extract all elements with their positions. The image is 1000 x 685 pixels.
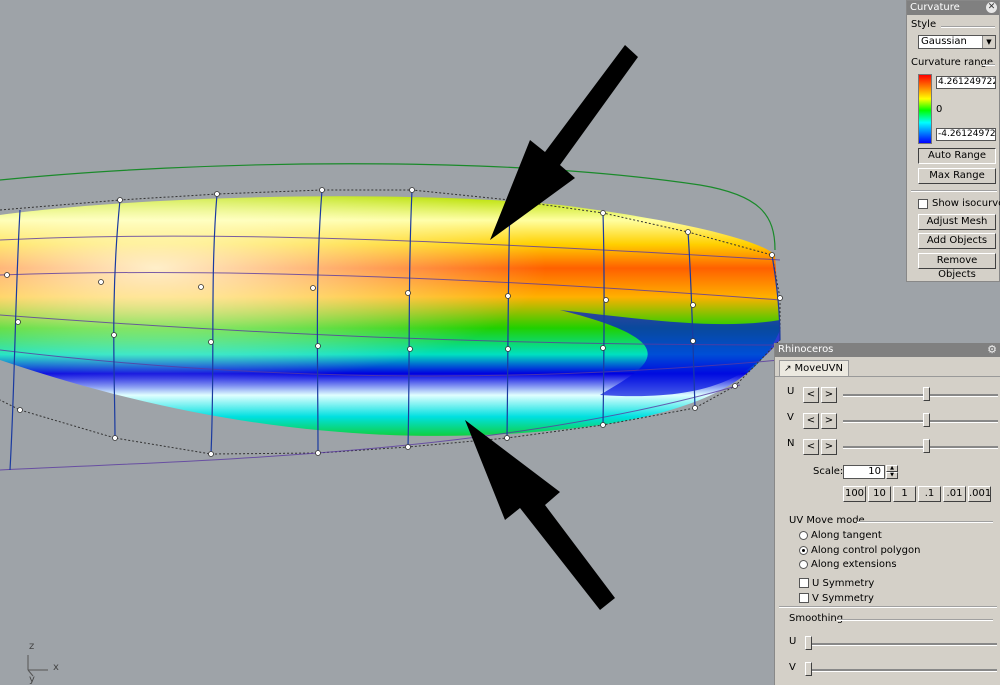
max-range-button[interactable]: Max Range (918, 168, 996, 184)
curvature-panel: Curvature ✕ Style Gaussian ▼ Curvature r… (906, 0, 1000, 282)
show-isocurve-label: Show isocurve (932, 198, 1000, 209)
adjust-mesh-button[interactable]: Adjust Mesh (918, 214, 996, 230)
divider (775, 376, 1000, 377)
moveuvn-icon: ↗ (784, 364, 792, 374)
v-label: V (787, 412, 794, 423)
arrow-bottom (465, 420, 615, 610)
u-label: U (787, 386, 795, 397)
scale-10-button[interactable]: 10 (868, 486, 891, 502)
along-control-polygon-radio[interactable] (799, 546, 808, 555)
uv-move-mode-label: UV Move mode (789, 515, 865, 526)
n-slider-track[interactable] (843, 446, 998, 449)
scale-1-button[interactable]: 1 (893, 486, 916, 502)
v-slider-thumb[interactable] (923, 413, 930, 427)
tab-moveuvn-label: MoveUVN (794, 363, 844, 374)
v-increase-button[interactable]: > (821, 413, 837, 429)
rhinoceros-title: Rhinoceros (778, 344, 834, 355)
divider (779, 606, 997, 608)
scale-down-button[interactable]: ▼ (886, 472, 898, 479)
v-slider-track[interactable] (843, 420, 998, 423)
along-control-polygon-label: Along control polygon (811, 545, 921, 556)
rhinoceros-title-bar[interactable]: Rhinoceros ⚙ (775, 343, 1000, 357)
along-extensions-label: Along extensions (811, 559, 897, 570)
curvature-title: Curvature (910, 2, 960, 13)
show-isocurve-checkbox[interactable] (918, 199, 928, 209)
close-icon[interactable]: ✕ (986, 2, 997, 13)
chevron-down-icon[interactable]: ▼ (982, 36, 995, 48)
u-slider-track[interactable] (843, 394, 998, 397)
divider (911, 190, 997, 192)
smoothing-v-label: V (789, 662, 796, 673)
along-tangent-radio[interactable] (799, 531, 808, 540)
divider (857, 521, 993, 523)
n-decrease-button[interactable]: < (803, 439, 819, 455)
smoothing-label: Smoothing (789, 613, 844, 624)
n-increase-button[interactable]: > (821, 439, 837, 455)
style-dropdown[interactable]: Gaussian ▼ (918, 35, 996, 49)
u-increase-button[interactable]: > (821, 387, 837, 403)
u-symmetry-checkbox[interactable] (799, 578, 809, 588)
v-symmetry-label: V Symmetry (812, 593, 874, 604)
smoothing-u-label: U (789, 636, 797, 647)
auto-range-button[interactable]: Auto Range (918, 148, 996, 164)
divider (983, 64, 995, 66)
scale-100-button[interactable]: 100 (843, 486, 866, 502)
axis-y-label: y (29, 674, 35, 685)
u-slider-thumb[interactable] (923, 387, 930, 401)
curvature-range-label: Curvature range (911, 57, 994, 68)
axis-z-label: z (29, 641, 35, 652)
remove-objects-button[interactable]: Remove Objects (918, 253, 996, 280)
min-value-field[interactable]: -4.261249722e (936, 128, 996, 141)
n-slider-thumb[interactable] (923, 439, 930, 453)
smoothing-v-slider-track[interactable] (805, 669, 997, 672)
smoothing-u-slider-thumb[interactable] (805, 636, 812, 650)
scale-0-001-button[interactable]: .001 (968, 486, 991, 502)
n-label: N (787, 438, 795, 449)
v-decrease-button[interactable]: < (803, 413, 819, 429)
divider (837, 619, 993, 621)
smoothing-v-slider-thumb[interactable] (805, 662, 812, 676)
axis-x-label: x (53, 662, 59, 673)
scale-up-button[interactable]: ▲ (886, 465, 898, 472)
tab-moveuvn[interactable]: ↗ MoveUVN (779, 360, 849, 376)
scale-0-1-button[interactable]: .1 (918, 486, 941, 502)
scale-0-01-button[interactable]: .01 (943, 486, 966, 502)
mid-value: 0 (936, 104, 943, 115)
gear-icon[interactable]: ⚙ (987, 343, 997, 357)
style-label: Style (911, 19, 937, 30)
along-extensions-radio[interactable] (799, 560, 808, 569)
u-symmetry-label: U Symmetry (812, 578, 875, 589)
style-value: Gaussian (921, 36, 967, 47)
smoothing-u-slider-track[interactable] (805, 643, 997, 646)
max-value-field[interactable]: 4.261249722e (936, 76, 996, 89)
rhinoceros-panel: Rhinoceros ⚙ ↗ MoveUVN U < > V < > N < > … (774, 343, 1000, 685)
along-tangent-label: Along tangent (811, 530, 882, 541)
add-objects-button[interactable]: Add Objects (918, 233, 996, 249)
u-decrease-button[interactable]: < (803, 387, 819, 403)
color-legend-bar (918, 74, 932, 144)
divider (941, 26, 995, 28)
v-symmetry-checkbox[interactable] (799, 593, 809, 603)
curvature-title-bar[interactable]: Curvature ✕ (907, 1, 999, 15)
scale-label: Scale: (813, 466, 844, 477)
scale-input[interactable]: 10 (843, 465, 885, 479)
